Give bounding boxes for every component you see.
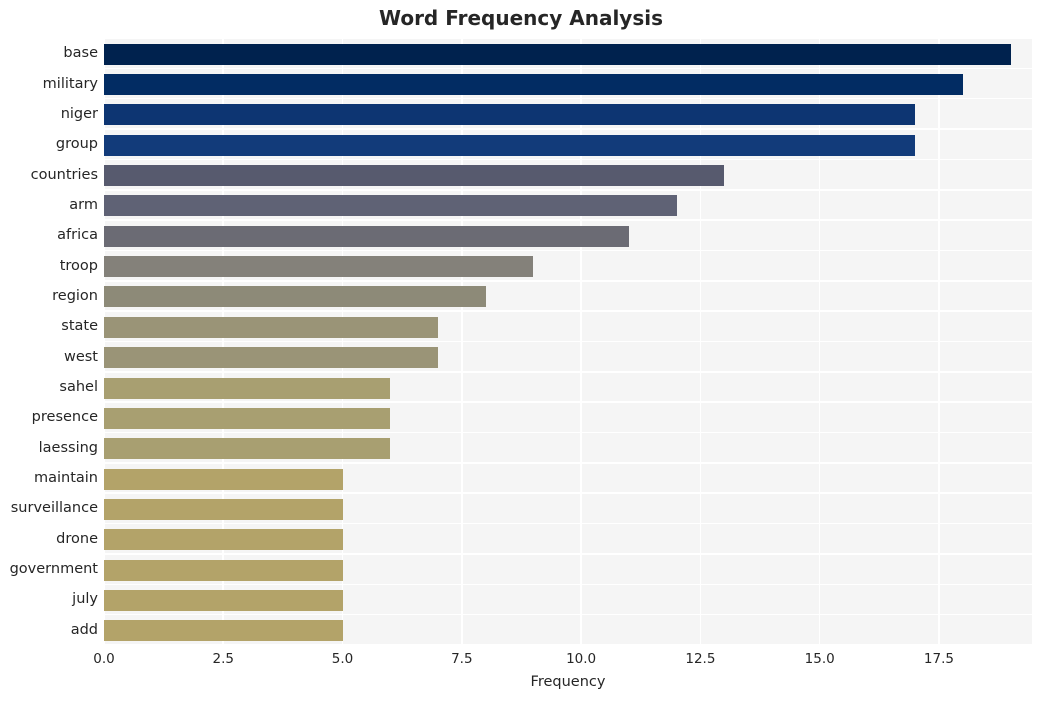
x-axis-tick-label: 0.0: [93, 651, 115, 667]
y-axis-tick-label: military: [42, 75, 98, 92]
bar: [104, 468, 343, 490]
horizontal-gridline: [104, 340, 1032, 343]
y-axis-tick-label: region: [52, 287, 98, 304]
bar: [104, 559, 343, 581]
bar: [104, 43, 1011, 65]
y-axis-tick-label: countries: [30, 166, 98, 183]
y-axis-tick-label: add: [70, 621, 98, 638]
plot-area: [104, 38, 1032, 645]
chart-figure: Word Frequency Analysis base military nige…: [0, 0, 1042, 701]
x-axis-tick-label: 15.0: [804, 651, 835, 667]
horizontal-gridline: [104, 462, 1032, 464]
bar: [104, 407, 391, 429]
bar: [104, 529, 343, 551]
bar: [104, 377, 391, 399]
horizontal-gridline: [104, 188, 1032, 191]
bar: [104, 620, 343, 642]
x-axis-tick-label: 2.5: [212, 651, 235, 667]
bar: [104, 589, 343, 611]
horizontal-gridline: [104, 492, 1032, 495]
x-axis-tick-label: 17.5: [923, 651, 954, 667]
bar: [104, 316, 438, 338]
bar: [104, 225, 629, 247]
x-axis-tick-label: 10.0: [566, 651, 597, 667]
horizontal-gridline: [104, 97, 1032, 100]
horizontal-gridline: [104, 249, 1032, 252]
y-axis-tick-label: arm: [69, 196, 98, 213]
horizontal-gridline: [104, 67, 1032, 70]
horizontal-gridline: [104, 38, 1032, 39]
y-axis-tick-label: troop: [59, 257, 98, 274]
bar: [104, 286, 486, 308]
y-axis-tick-label: state: [61, 318, 98, 335]
y-axis-tick-labels: base military niger group countries arm africa…: [0, 38, 98, 645]
horizontal-gridline: [104, 522, 1032, 525]
bar: [104, 498, 343, 520]
horizontal-gridline: [104, 401, 1032, 403]
y-axis-tick-label: base: [63, 45, 98, 62]
bar: [104, 74, 963, 96]
y-axis-tick-label: west: [63, 348, 98, 365]
page-title: Word Frequency Analysis: [378, 6, 664, 30]
x-axis-tick-label: 12.5: [685, 651, 716, 667]
bar: [104, 134, 916, 156]
y-axis-tick-label: niger: [60, 105, 98, 122]
bar: [104, 165, 725, 187]
horizontal-gridline: [104, 371, 1032, 373]
y-axis-tick-label: drone: [56, 530, 98, 547]
x-axis-tick-label: 5.0: [331, 651, 354, 667]
y-axis-tick-label: presence: [31, 409, 98, 426]
horizontal-gridline: [104, 128, 1032, 130]
horizontal-gridline: [104, 219, 1032, 221]
x-axis-label: Frequency: [530, 674, 606, 690]
horizontal-gridline: [104, 158, 1032, 161]
x-axis-tick-label: 7.5: [451, 651, 473, 667]
horizontal-gridline: [104, 583, 1032, 586]
y-axis-tick-label: surveillance: [10, 500, 98, 517]
y-axis-tick-label: sahel: [59, 379, 98, 396]
x-axis-tick-labels: 0.0 2.5 5.0 7.5 10.0 12.5 15.0 17.5: [93, 645, 1032, 671]
y-axis-tick-label: maintain: [33, 470, 98, 487]
horizontal-gridline: [104, 553, 1032, 555]
horizontal-gridline: [104, 310, 1032, 312]
y-axis-tick-label: laessing: [38, 439, 98, 456]
y-axis-tick-label: july: [72, 591, 98, 608]
bar: [104, 256, 534, 278]
bar: [104, 438, 391, 460]
y-axis-tick-label: group: [55, 136, 98, 153]
bar: [104, 104, 916, 126]
y-axis-tick-label: africa: [57, 227, 98, 244]
bar: [104, 347, 438, 369]
horizontal-gridline: [104, 613, 1032, 616]
horizontal-gridline: [104, 280, 1032, 282]
y-axis-tick-label: government: [9, 561, 98, 578]
horizontal-gridline: [104, 431, 1032, 434]
bar: [104, 195, 677, 217]
